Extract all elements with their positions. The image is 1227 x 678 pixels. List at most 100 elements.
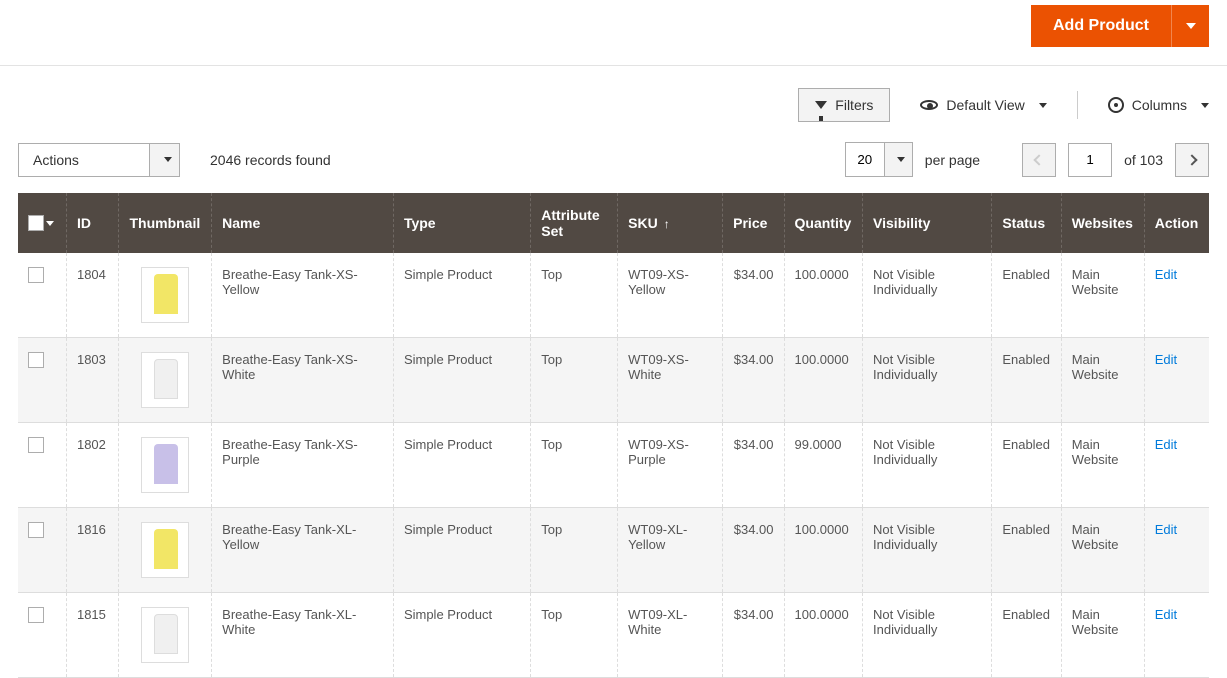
cell-type: Simple Product: [393, 593, 530, 678]
cell-status: Enabled: [992, 253, 1061, 338]
grid-toolbar: Filters Default View Columns: [0, 66, 1227, 142]
cell-sku: WT09-XL-Yellow: [618, 508, 723, 593]
col-action[interactable]: Action: [1144, 193, 1209, 253]
cell-name: Breathe-Easy Tank-XS-Purple: [212, 423, 394, 508]
cell-visibility: Not Visible Individually: [863, 508, 992, 593]
cell-attribute-set: Top: [531, 253, 618, 338]
row-checkbox[interactable]: [28, 437, 44, 453]
chevron-down-icon: [1039, 103, 1047, 108]
cell-visibility: Not Visible Individually: [863, 593, 992, 678]
col-websites[interactable]: Websites: [1061, 193, 1144, 253]
cell-name: Breathe-Easy Tank-XL-Yellow: [212, 508, 394, 593]
cell-websites: Main Website: [1061, 593, 1144, 678]
product-thumbnail[interactable]: [141, 522, 189, 578]
cell-attribute-set: Top: [531, 423, 618, 508]
default-view-dropdown[interactable]: Default View: [920, 97, 1046, 113]
row-checkbox[interactable]: [28, 607, 44, 623]
product-thumbnail[interactable]: [141, 352, 189, 408]
cell-websites: Main Website: [1061, 508, 1144, 593]
edit-link[interactable]: Edit: [1155, 522, 1177, 537]
cell-sku: WT09-XS-Yellow: [618, 253, 723, 338]
prev-page-button[interactable]: [1022, 143, 1056, 177]
row-checkbox[interactable]: [28, 352, 44, 368]
cell-price: $34.00: [723, 508, 784, 593]
row-checkbox[interactable]: [28, 267, 44, 283]
table-row[interactable]: 1804 Breathe-Easy Tank-XS-YellowSimple Pr…: [18, 253, 1209, 338]
cell-type: Simple Product: [393, 253, 530, 338]
col-sku-label: SKU: [628, 215, 658, 231]
cell-id: 1802: [66, 423, 119, 508]
filters-button[interactable]: Filters: [798, 88, 890, 122]
cell-visibility: Not Visible Individually: [863, 253, 992, 338]
table-row[interactable]: 1815 Breathe-Easy Tank-XL-WhiteSimple Pro…: [18, 593, 1209, 678]
col-attribute-set[interactable]: Attribute Set: [531, 193, 618, 253]
chevron-down-icon: [1186, 23, 1196, 29]
cell-id: 1815: [66, 593, 119, 678]
cell-name: Breathe-Easy Tank-XL-White: [212, 593, 394, 678]
edit-link[interactable]: Edit: [1155, 267, 1177, 282]
edit-link[interactable]: Edit: [1155, 437, 1177, 452]
add-product-dropdown[interactable]: [1171, 5, 1209, 47]
default-view-label: Default View: [946, 97, 1024, 113]
col-quantity[interactable]: Quantity: [784, 193, 863, 253]
col-id[interactable]: ID: [66, 193, 119, 253]
cell-status: Enabled: [992, 593, 1061, 678]
cell-quantity: 100.0000: [784, 508, 863, 593]
cell-sku: WT09-XS-White: [618, 338, 723, 423]
per-page-dropdown[interactable]: [885, 142, 913, 177]
chevron-down-icon: [897, 157, 905, 162]
product-thumbnail[interactable]: [141, 437, 189, 493]
col-type[interactable]: Type: [393, 193, 530, 253]
row-checkbox[interactable]: [28, 522, 44, 538]
table-row[interactable]: 1802Breathe-Easy Tank-XS-PurpleSimple Pr…: [18, 423, 1209, 508]
left-controls: Actions 2046 records found: [18, 143, 331, 177]
cell-type: Simple Product: [393, 508, 530, 593]
cell-name: Breathe-Easy Tank-XS-Yellow: [212, 253, 394, 338]
col-checkbox[interactable]: [18, 193, 66, 253]
col-thumbnail[interactable]: Thumbnail: [119, 193, 212, 253]
product-thumbnail[interactable]: [141, 267, 189, 323]
page-input[interactable]: [1068, 143, 1112, 177]
actions-toggle[interactable]: [149, 144, 179, 176]
table-header-row: ID Thumbnail Name Type Attribute Set SKU…: [18, 193, 1209, 253]
cell-attribute-set: Top: [531, 338, 618, 423]
col-price[interactable]: Price: [723, 193, 784, 253]
cell-id: 1803: [66, 338, 119, 423]
filters-label: Filters: [835, 97, 873, 113]
cell-status: Enabled: [992, 338, 1061, 423]
col-visibility[interactable]: Visibility: [863, 193, 992, 253]
chevron-down-icon: [164, 157, 172, 162]
col-sku[interactable]: SKU ↑: [618, 193, 723, 253]
col-status[interactable]: Status: [992, 193, 1061, 253]
cell-id: 1816: [66, 508, 119, 593]
page-of-label: of 103: [1124, 152, 1163, 168]
actions-dropdown[interactable]: Actions: [18, 143, 180, 177]
add-product-button[interactable]: Add Product: [1031, 5, 1171, 47]
cell-price: $34.00: [723, 423, 784, 508]
cell-quantity: 100.0000: [784, 593, 863, 678]
pagination-controls: per page of 103: [845, 142, 1209, 177]
sort-asc-icon: ↑: [664, 217, 670, 231]
cell-quantity: 99.0000: [784, 423, 863, 508]
cell-quantity: 100.0000: [784, 253, 863, 338]
edit-link[interactable]: Edit: [1155, 607, 1177, 622]
columns-dropdown[interactable]: Columns: [1108, 97, 1209, 113]
cell-attribute-set: Top: [531, 508, 618, 593]
product-thumbnail[interactable]: [141, 607, 189, 663]
select-all-dropdown[interactable]: [46, 221, 54, 226]
col-name[interactable]: Name: [212, 193, 394, 253]
cell-name: Breathe-Easy Tank-XS-White: [212, 338, 394, 423]
table-row[interactable]: 1803Breathe-Easy Tank-XS-WhiteSimple Pro…: [18, 338, 1209, 423]
table-row[interactable]: 1816 Breathe-Easy Tank-XL-YellowSimple Pr…: [18, 508, 1209, 593]
select-all-checkbox[interactable]: [28, 215, 44, 231]
per-page-input[interactable]: [845, 142, 885, 177]
eye-icon: [920, 100, 938, 110]
cell-status: Enabled: [992, 423, 1061, 508]
filter-icon: [815, 101, 827, 109]
next-page-button[interactable]: [1175, 143, 1209, 177]
add-product-group: Add Product: [1031, 5, 1209, 47]
cell-id: 1804: [66, 253, 119, 338]
cell-sku: WT09-XS-Purple: [618, 423, 723, 508]
edit-link[interactable]: Edit: [1155, 352, 1177, 367]
controls-row: Actions 2046 records found per page of 1…: [0, 142, 1227, 193]
